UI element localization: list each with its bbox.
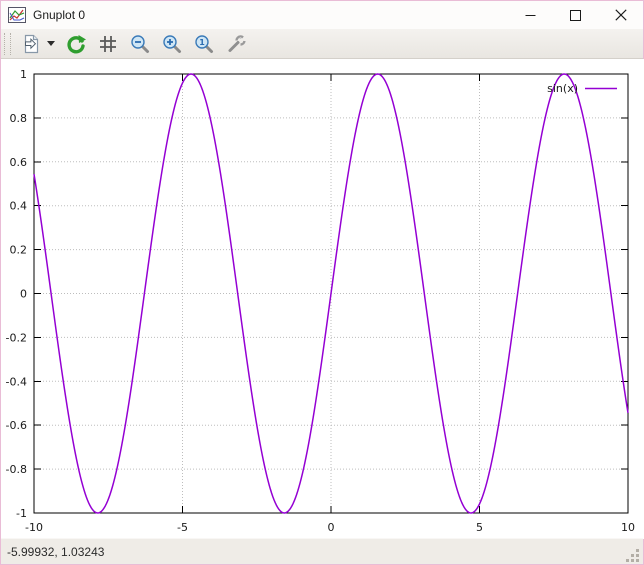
export-plot-button[interactable] — [18, 31, 44, 57]
close-button[interactable] — [598, 1, 643, 29]
svg-text:-0.2: -0.2 — [6, 331, 27, 344]
window-title: Gnuplot 0 — [33, 8, 86, 22]
svg-text:0.2: 0.2 — [10, 244, 28, 257]
plot-svg: -10 -5 0 5 10 1 0.8 0.6 0.4 0.2 0 -0.2 -0.4 -0.6 -0.8 -… — [6, 68, 635, 534]
svg-text:-5: -5 — [177, 521, 188, 534]
svg-text:5: 5 — [476, 521, 483, 534]
svg-text:1: 1 — [20, 68, 27, 81]
svg-text:-10: -10 — [25, 521, 43, 534]
configure-button[interactable] — [223, 31, 249, 57]
svg-text:-0.4: -0.4 — [6, 375, 27, 388]
gnuplot-window: Gnuplot 0 1 -10 -5 0 5 10 1 0.8 0.6 0.4 … — [0, 0, 644, 565]
wrench-icon — [228, 34, 246, 52]
export-dropdown-button[interactable] — [45, 31, 57, 57]
legend-label: sin(x) — [547, 82, 578, 95]
minimize-button[interactable] — [508, 1, 553, 29]
close-icon — [614, 9, 627, 21]
toggle-grid-button[interactable] — [95, 31, 121, 57]
document-export-icon — [24, 34, 38, 53]
status-bar: -5.99932, 1.03243 — [1, 538, 643, 564]
magnifier-one-icon: 1 — [195, 34, 213, 53]
zoom-reset-button[interactable]: 1 — [191, 31, 217, 57]
resize-grip-icon[interactable] — [636, 549, 639, 552]
svg-text:0.8: 0.8 — [10, 112, 28, 125]
title-bar: Gnuplot 0 — [1, 1, 643, 29]
svg-text:-1: -1 — [16, 507, 27, 520]
zoom-in-button[interactable] — [159, 31, 185, 57]
gnuplot-app-icon — [8, 7, 26, 23]
refresh-arrow-icon — [67, 34, 86, 53]
svg-text:1: 1 — [199, 38, 205, 47]
toolbar: 1 — [1, 29, 643, 59]
minimize-icon — [525, 14, 536, 16]
mouse-coordinates: -5.99932, 1.03243 — [7, 544, 105, 559]
svg-text:0.4: 0.4 — [10, 200, 28, 213]
plot-canvas[interactable]: -10 -5 0 5 10 1 0.8 0.6 0.4 0.2 0 -0.2 -0.4 -0.6 -0.8 -… — [1, 59, 644, 539]
grid-icon — [100, 35, 116, 52]
replot-button[interactable] — [63, 31, 89, 57]
maximize-icon — [570, 9, 581, 21]
toolbar-grip[interactable] — [4, 32, 11, 55]
caret-down-icon — [47, 41, 55, 46]
magnifier-plus-icon — [163, 34, 181, 53]
zoom-out-button[interactable] — [127, 31, 153, 57]
svg-text:-0.6: -0.6 — [6, 419, 27, 432]
maximize-button[interactable] — [553, 1, 598, 29]
magnifier-minus-icon — [131, 34, 149, 53]
svg-text:10: 10 — [621, 521, 635, 534]
svg-text:-0.8: -0.8 — [6, 463, 27, 476]
svg-text:0: 0 — [20, 288, 27, 301]
svg-text:0.6: 0.6 — [10, 156, 28, 169]
svg-text:0: 0 — [328, 521, 335, 534]
